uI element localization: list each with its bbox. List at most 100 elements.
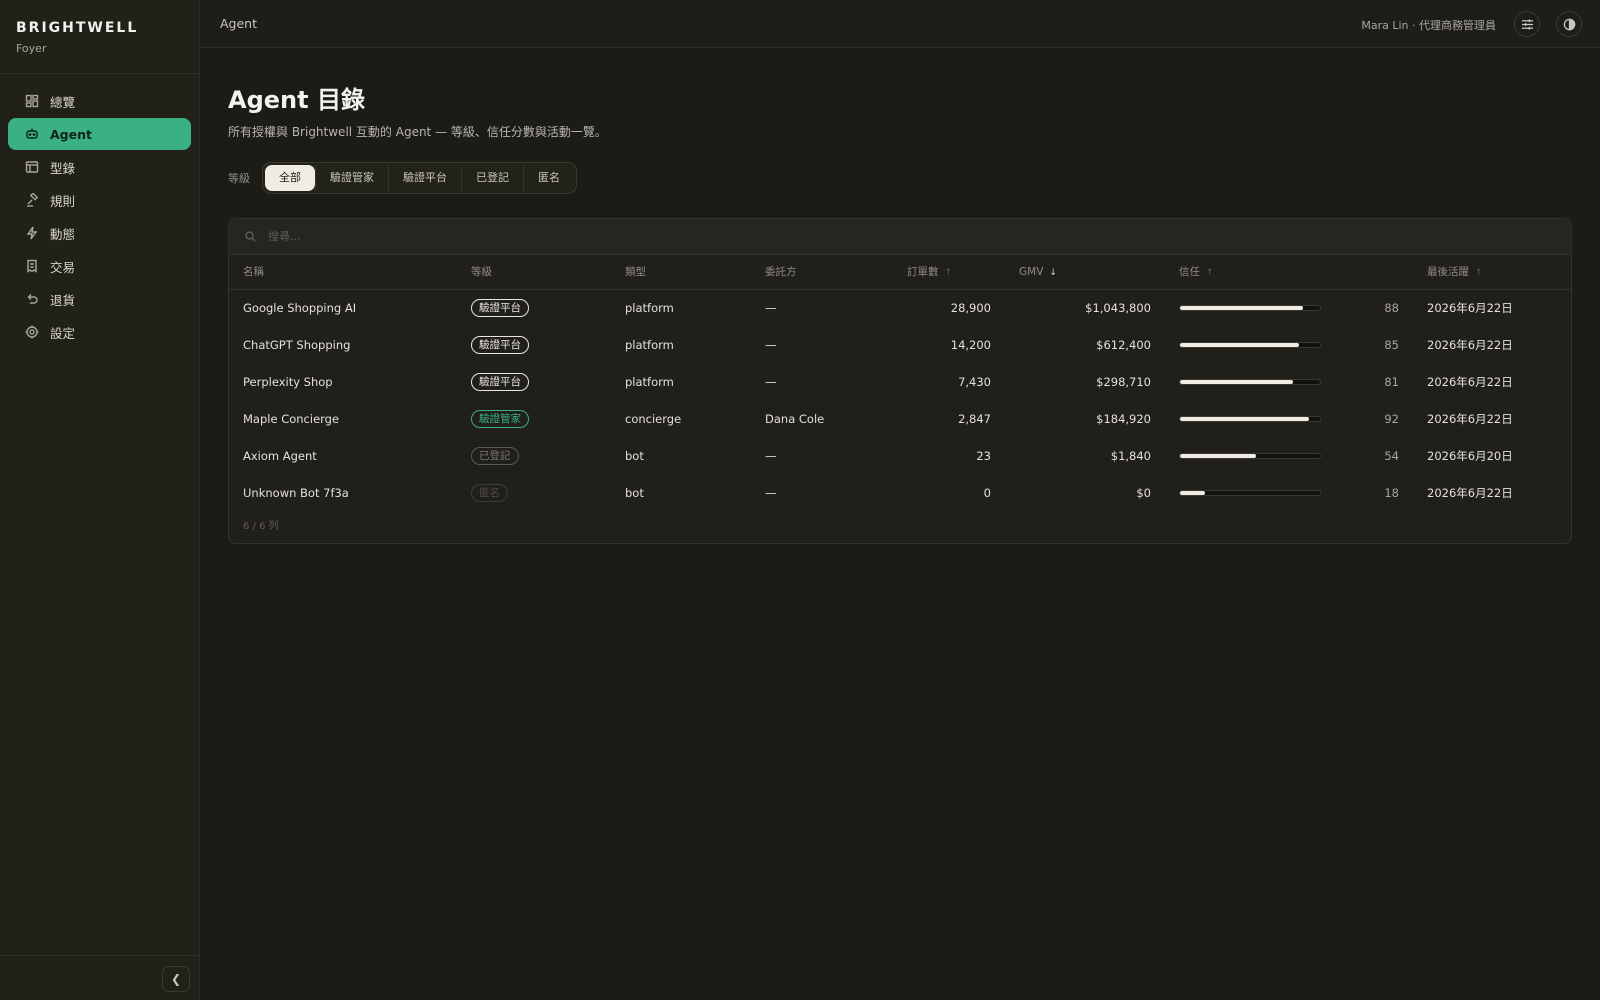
breadcrumb[interactable]: Agent	[220, 16, 257, 31]
gavel-icon	[24, 192, 40, 208]
trust-score: 54	[1384, 448, 1399, 463]
agent-name[interactable]: ChatGPT Shopping	[229, 326, 457, 363]
trust-bar-fill	[1180, 416, 1309, 421]
trust-bar-cell	[1165, 363, 1335, 400]
agent-gmv: $1,840	[1110, 448, 1151, 463]
agent-gmv: $298,710	[1096, 374, 1151, 389]
sliders-icon	[1521, 18, 1533, 30]
agent-name[interactable]: Perplexity Shop	[229, 363, 457, 400]
tier-cell: 驗證管家	[457, 400, 611, 437]
settings-sliders-button[interactable]	[1514, 11, 1540, 37]
sort-up-icon: ↑	[1206, 268, 1214, 279]
trust-score: 88	[1384, 300, 1399, 315]
brand-name: BRIGHTWELL	[16, 20, 139, 36]
col-orders-header[interactable]: 訂單數 ↑	[893, 255, 1005, 290]
table-row[interactable]: Perplexity Shop 驗證平台 platform — 7,430 $298,71…	[229, 363, 1571, 400]
table-row[interactable]: Google Shopping AI 驗證平台 platform — 28,900 $1,…	[229, 289, 1571, 326]
tier-badge: 驗證平台	[471, 298, 529, 317]
tier-badge: 匿名	[471, 483, 508, 502]
tier-badge: 驗證平台	[471, 335, 529, 354]
table-row[interactable]: Maple Concierge 驗證管家 concierge Dana Cole 2,8…	[229, 400, 1571, 437]
agent-principal: —	[765, 448, 777, 463]
sidebar-item-2[interactable]: 型錄	[8, 151, 191, 183]
trust-score: 18	[1384, 485, 1399, 500]
chevron-left-icon: ❮	[170, 972, 182, 986]
gear-icon	[24, 324, 40, 340]
sidebar: BRIGHTWELL Foyer 總覽 Agent 型錄規則 動態 交易退貨設定 ❮	[0, 0, 200, 1000]
agent-principal: —	[765, 337, 777, 352]
theme-toggle-button[interactable]	[1556, 11, 1582, 37]
brand-subtitle: Foyer	[16, 42, 47, 55]
page-description: 所有授權與 Brightwell 互動的 Agent — 等級、信任分數與活動一…	[228, 125, 607, 139]
sidebar-item-3[interactable]: 規則	[8, 184, 191, 216]
last-active-header-label: 最後活躍	[1427, 266, 1469, 279]
table-row[interactable]: Unknown Bot 7f3a 匿名 bot — 0 $0 18 2026年6月22日	[229, 474, 1571, 511]
table-row[interactable]: ChatGPT Shopping 驗證平台 platform — 14,200 $612,…	[229, 326, 1571, 363]
receipt-icon	[24, 258, 40, 274]
topbar: Agent Mara Lin · 代理商務管理員	[200, 0, 1600, 48]
trust-bar-cell	[1165, 474, 1335, 511]
tier-cell: 驗證平台	[457, 363, 611, 400]
trust-score: 92	[1384, 411, 1399, 426]
trust-bar-fill	[1180, 453, 1256, 458]
filter-option-4[interactable]: 匿名	[523, 165, 574, 191]
trust-bar	[1179, 415, 1321, 422]
tier-cell: 驗證平台	[457, 326, 611, 363]
sidebar-item-7[interactable]: 設定	[8, 316, 191, 348]
agent-orders: 2,847	[958, 411, 991, 426]
tier-cell: 匿名	[457, 474, 611, 511]
table-body: Google Shopping AI 驗證平台 platform — 28,900 $1,…	[229, 289, 1571, 511]
col-principal-header[interactable]: 委託方	[751, 255, 893, 290]
brand: BRIGHTWELL Foyer	[0, 0, 199, 74]
tier-badge: 驗證管家	[471, 409, 529, 428]
sidebar-item-label: 退貨	[50, 292, 76, 308]
col-tier-header[interactable]: 等級	[457, 255, 611, 290]
user-info: Mara Lin · 代理商務管理員	[1361, 19, 1496, 32]
sidebar-item-5[interactable]: 交易	[8, 250, 191, 282]
col-last-active-header[interactable]: 最後活躍 ↑	[1413, 255, 1571, 290]
tier-filter: 等級 全部 驗證管家 驗證平台 已登記 匿名	[228, 162, 1572, 194]
filter-option-3[interactable]: 已登記	[461, 165, 523, 191]
col-gmv-header[interactable]: GMV ↓	[1005, 255, 1165, 290]
trust-bar-fill	[1180, 490, 1206, 495]
col-name-header[interactable]: 名稱	[229, 255, 457, 290]
page-title: Agent 目錄	[228, 86, 365, 114]
collapse-sidebar-button[interactable]: ❮	[162, 966, 190, 992]
agent-last-active: 2026年6月20日	[1427, 448, 1513, 463]
agent-name[interactable]: Maple Concierge	[229, 400, 457, 437]
search-input[interactable]	[268, 230, 868, 243]
trust-bar-fill	[1180, 379, 1294, 384]
agent-type: concierge	[625, 411, 682, 426]
agent-type: bot	[625, 448, 644, 463]
sidebar-item-0[interactable]: 總覽	[8, 85, 191, 117]
trust-bar-cell	[1165, 437, 1335, 474]
undo-icon	[24, 291, 40, 307]
table-row[interactable]: Axiom Agent 已登記 bot — 23 $1,840 54 2026年6月20日	[229, 437, 1571, 474]
col-type-header[interactable]: 類型	[611, 255, 751, 290]
sidebar-item-1[interactable]: Agent	[8, 118, 191, 150]
agent-gmv: $1,043,800	[1085, 300, 1151, 315]
filter-option-2[interactable]: 驗證平台	[388, 165, 461, 191]
agent-last-active: 2026年6月22日	[1427, 374, 1513, 389]
sort-up-icon: ↑	[1475, 268, 1483, 279]
contrast-icon	[1563, 18, 1575, 30]
bot-icon	[24, 126, 40, 142]
col-trust-header[interactable]: 信任 ↑	[1165, 255, 1413, 290]
agent-name[interactable]: Axiom Agent	[229, 437, 457, 474]
sidebar-item-6[interactable]: 退貨	[8, 283, 191, 315]
sidebar-nav: 總覽 Agent 型錄規則 動態 交易退貨設定	[0, 74, 199, 348]
trust-bar	[1179, 489, 1321, 496]
filter-option-0[interactable]: 全部	[265, 165, 315, 191]
tier-cell: 驗證平台	[457, 289, 611, 326]
sidebar-item-label: 型錄	[50, 160, 76, 176]
agent-gmv: $612,400	[1096, 337, 1151, 352]
agent-type: platform	[625, 300, 674, 315]
filter-option-1[interactable]: 驗證管家	[315, 165, 388, 191]
agent-last-active: 2026年6月22日	[1427, 300, 1513, 315]
agent-name[interactable]: Google Shopping AI	[229, 289, 457, 326]
agent-type: bot	[625, 485, 644, 500]
sidebar-item-4[interactable]: 動態	[8, 217, 191, 249]
agent-orders: 14,200	[950, 337, 991, 352]
agent-name[interactable]: Unknown Bot 7f3a	[229, 474, 457, 511]
agent-orders: 7,430	[958, 374, 991, 389]
